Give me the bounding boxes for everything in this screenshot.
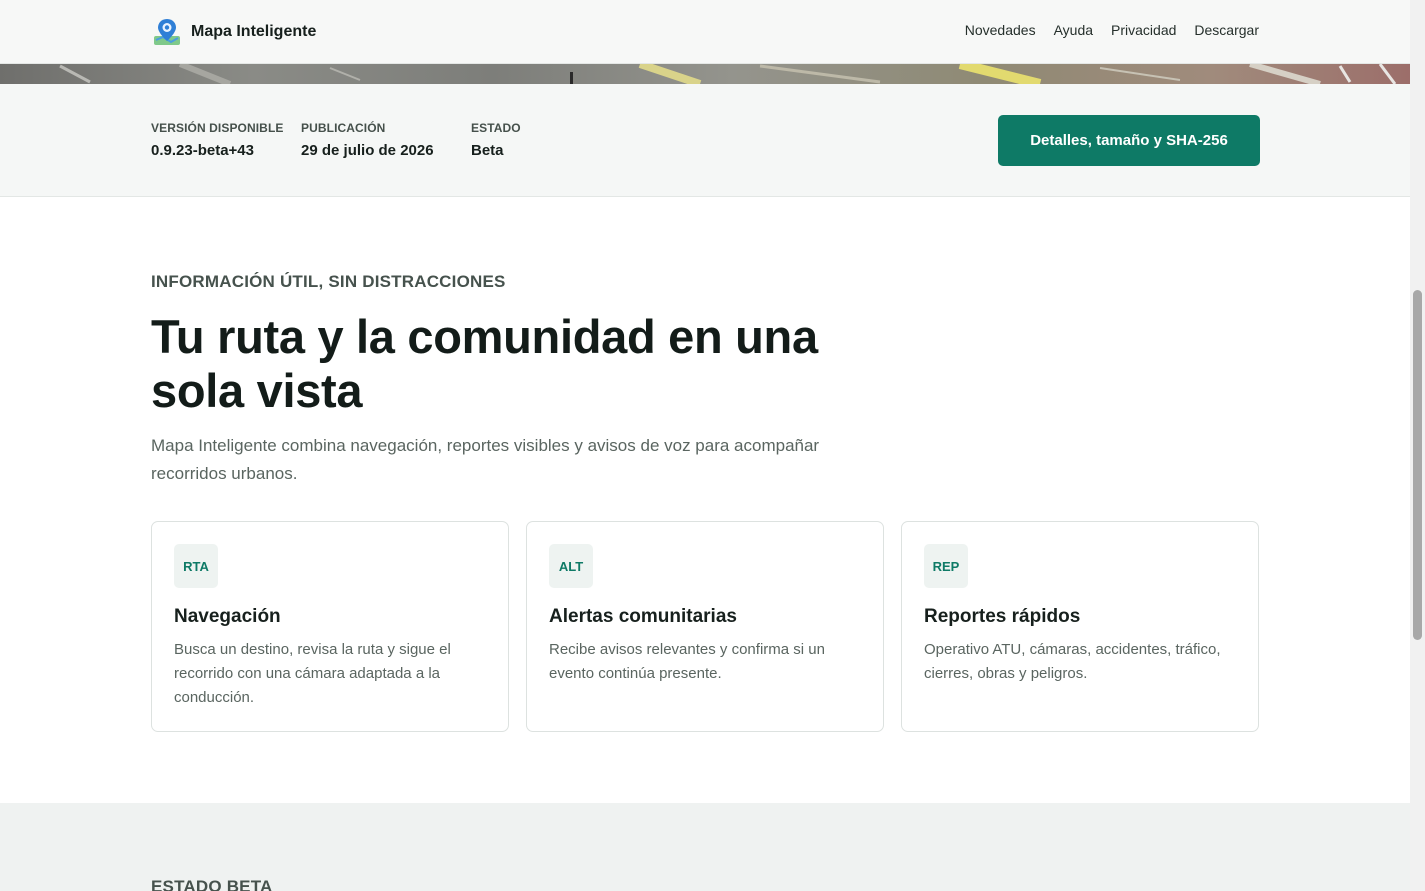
beta-status-title: ESTADO BETA	[151, 877, 273, 891]
section-eyebrow: INFORMACIÓN ÚTIL, SIN DISTRACCIONES	[151, 272, 506, 291]
hero-map-background	[0, 64, 1410, 84]
feature-title: Navegación	[174, 606, 281, 627]
page-scrollbar[interactable]	[1410, 0, 1425, 891]
feature-tag-rep: REP	[924, 544, 968, 588]
nav-link-privacidad[interactable]: Privacidad	[1111, 22, 1176, 38]
feature-title: Reportes rápidos	[924, 606, 1081, 627]
nav-link-ayuda[interactable]: Ayuda	[1054, 22, 1093, 38]
feature-title: Alertas comunitarias	[549, 606, 737, 627]
beta-status-section: ESTADO BETA	[0, 803, 1410, 891]
status-label: ESTADO	[471, 121, 521, 135]
nav-link-descargar[interactable]: Descargar	[1194, 22, 1259, 38]
version-label: VERSIÓN DISPONIBLE	[151, 121, 284, 135]
publication-label: PUBLICACIÓN	[301, 121, 386, 135]
feature-card-alertas: ALT Alertas comunitarias Recibe avisos r…	[526, 521, 884, 732]
status-info: ESTADO Beta	[471, 121, 521, 159]
feature-description: Busca un destino, revisa la ruta y sigue…	[174, 641, 451, 706]
nav-link-novedades[interactable]: Novedades	[965, 22, 1036, 38]
version-value: 0.9.23-beta+43	[151, 142, 254, 159]
status-value: Beta	[471, 142, 504, 159]
details-size-sha-button[interactable]: Detalles, tamaño y SHA-256	[998, 115, 1260, 166]
version-info: VERSIÓN DISPONIBLE 0.9.23-beta+43	[151, 121, 284, 159]
hero-description: Mapa Inteligente combina navegación, rep…	[151, 436, 820, 483]
map-texture-image	[59, 64, 1397, 84]
map-pin-logo-icon	[154, 19, 180, 45]
release-info-bar: VERSIÓN DISPONIBLE 0.9.23-beta+43 PUBLIC…	[0, 84, 1410, 197]
publication-info: PUBLICACIÓN 29 de julio de 2026	[301, 121, 434, 159]
brand-name: Mapa Inteligente	[191, 23, 317, 40]
main-nav: Novedades Ayuda Privacidad Descargar	[965, 22, 1259, 38]
feature-description: Recibe avisos relevantes y confirma si u…	[549, 641, 825, 682]
feature-tag-rta: RTA	[174, 544, 218, 588]
feature-card-reportes: REP Reportes rápidos Operativo ATU, cáma…	[901, 521, 1259, 732]
publication-date: 29 de julio de 2026	[301, 142, 434, 159]
brand-link[interactable]: Mapa Inteligente	[151, 15, 316, 49]
scrollbar-thumb[interactable]	[1413, 290, 1422, 640]
feature-tag-alt: ALT	[549, 544, 593, 588]
top-navigation-bar: Mapa Inteligente Novedades Ayuda Privaci…	[0, 0, 1410, 64]
feature-description: Operativo ATU, cámaras, accidentes, tráf…	[924, 641, 1221, 682]
page-title: Tu ruta y la comunidad en una sola vista	[151, 310, 818, 417]
feature-card-navegacion: RTA Navegación Busca un destino, revisa …	[151, 521, 509, 732]
